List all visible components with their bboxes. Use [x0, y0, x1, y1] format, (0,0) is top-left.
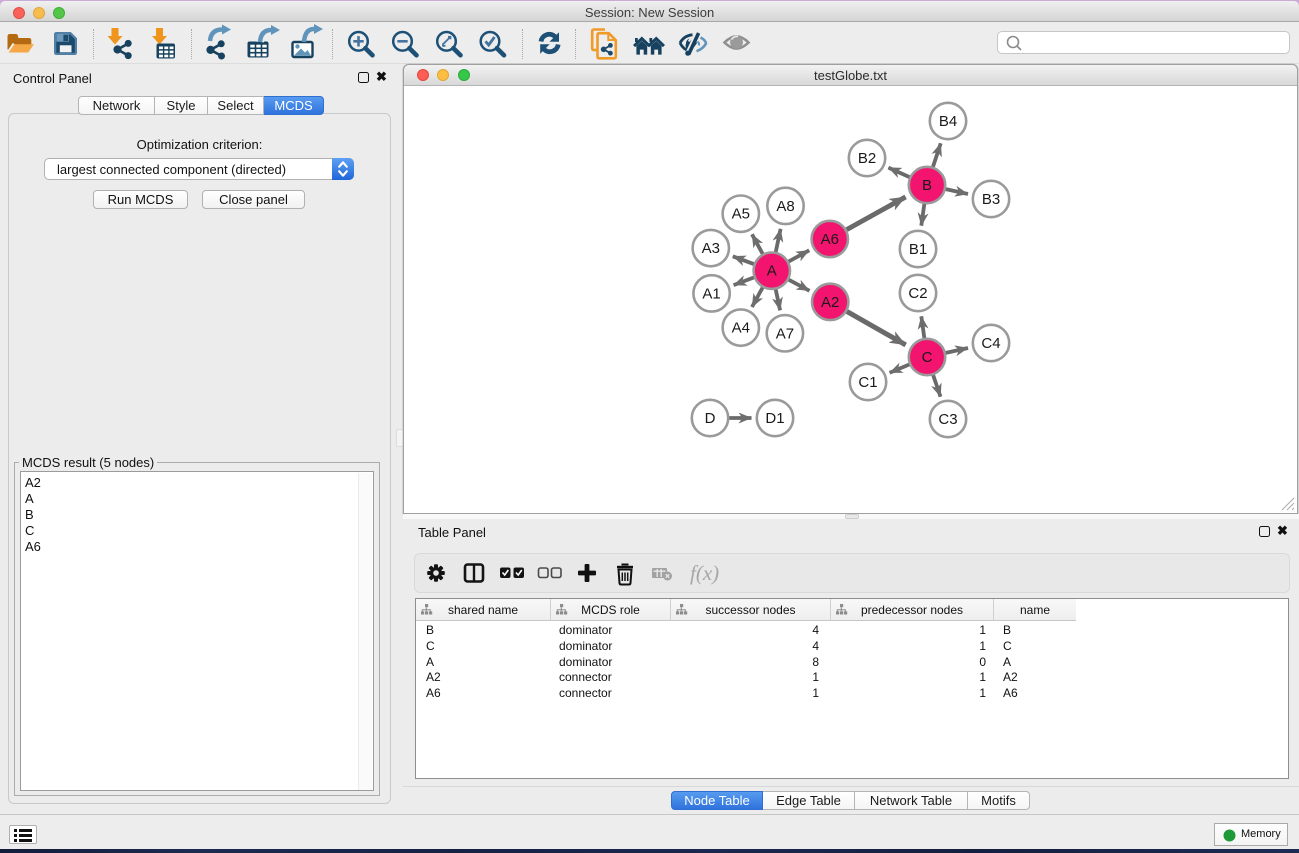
- svg-text:B4: B4: [939, 113, 957, 130]
- svg-text:C3: C3: [938, 411, 957, 428]
- svg-text:C: C: [922, 349, 933, 366]
- svg-text:B3: B3: [982, 191, 1000, 208]
- svg-text:C1: C1: [858, 374, 877, 391]
- svg-text:A6: A6: [821, 231, 839, 248]
- svg-text:B1: B1: [909, 241, 927, 258]
- svg-text:A3: A3: [702, 240, 720, 257]
- svg-text:D: D: [705, 410, 716, 427]
- svg-text:B: B: [922, 177, 932, 194]
- svg-text:A4: A4: [732, 320, 750, 337]
- svg-text:C4: C4: [981, 335, 1000, 352]
- svg-text:A8: A8: [776, 198, 794, 215]
- svg-text:f(x): f(x): [690, 561, 719, 585]
- svg-text:A1: A1: [702, 285, 720, 302]
- svg-text:A5: A5: [732, 206, 750, 223]
- svg-text:A2: A2: [821, 294, 839, 311]
- svg-text:D1: D1: [765, 410, 784, 427]
- svg-text:C2: C2: [908, 285, 927, 302]
- svg-text:B2: B2: [858, 150, 876, 167]
- svg-text:A7: A7: [776, 325, 794, 342]
- svg-text:A: A: [767, 263, 777, 280]
